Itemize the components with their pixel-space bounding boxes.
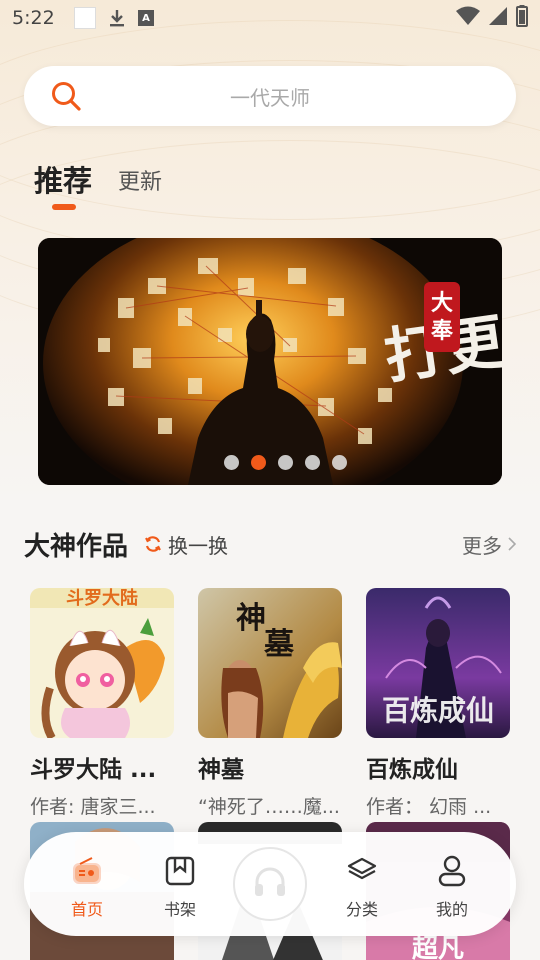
refresh-button[interactable]: 换一换 — [144, 530, 228, 559]
refresh-icon — [144, 535, 162, 553]
search-bar[interactable]: 一代天师 — [24, 66, 516, 126]
nav-bookshelf[interactable]: 书架 — [145, 852, 215, 920]
banner-artwork: 打更人 大 奉 — [38, 238, 502, 485]
search-icon — [50, 80, 82, 112]
status-time: 5:22 — [12, 7, 55, 29]
nav-label: 我的 — [435, 900, 468, 919]
book-cover: 神 墓 — [198, 588, 342, 738]
refresh-label: 换一换 — [168, 533, 229, 558]
banner-dot[interactable] — [277, 455, 293, 470]
book-description: 作者： 幻雨 ... — [366, 796, 492, 818]
book-title: 百炼成仙 — [366, 757, 458, 783]
svg-text:神: 神 — [236, 601, 266, 636]
nav-label: 书架 — [163, 900, 196, 919]
more-link[interactable]: 更多 — [462, 530, 516, 559]
book-cover: 百炼成仙 — [366, 588, 510, 738]
cell-signal-icon — [488, 6, 508, 31]
svg-text:奉: 奉 — [430, 318, 454, 344]
notification-placeholder-icon — [74, 7, 96, 29]
user-icon — [438, 852, 466, 890]
book-description: 作者: 唐家三... — [30, 796, 156, 818]
chevron-right-icon — [508, 537, 516, 551]
wifi-icon — [456, 6, 480, 31]
content-tabs: 推荐 更新 — [34, 158, 162, 210]
nav-home[interactable]: 首页 — [52, 852, 122, 920]
svg-text:百炼成仙: 百炼成仙 — [382, 694, 494, 727]
banner-dot[interactable] — [331, 455, 347, 470]
book-title: 斗罗大陆 ... — [30, 757, 157, 783]
tab-updates[interactable]: 更新 — [118, 164, 162, 196]
status-bar: 5:22 A — [0, 0, 540, 36]
search-placeholder: 一代天师 — [230, 85, 310, 110]
svg-text:墓: 墓 — [263, 627, 295, 662]
active-tab-indicator — [52, 204, 76, 210]
book-list: 斗罗大陆 斗罗大陆 ... 作者: 唐家三... 神 墓 神墓 “神死了……魔.… — [30, 588, 510, 819]
nav-category[interactable]: 分类 — [327, 852, 397, 920]
banner-dot[interactable] — [304, 455, 320, 470]
nav-label: 首页 — [70, 900, 103, 919]
banner-dot[interactable] — [223, 455, 239, 470]
audio-player-button[interactable] — [233, 847, 307, 921]
headphones-icon — [252, 864, 288, 904]
radio-icon — [72, 852, 102, 890]
text-a-icon: A — [138, 10, 154, 26]
nav-profile[interactable]: 我的 — [417, 852, 487, 920]
book-card[interactable]: 百炼成仙 百炼成仙 作者： 幻雨 ... — [366, 588, 510, 819]
section-header: 大神作品 换一换 更多 — [24, 524, 516, 564]
bookmark-icon — [165, 852, 195, 890]
bottom-navigation: 首页 书架 分类 我的 — [24, 832, 516, 936]
section-title: 大神作品 — [24, 531, 129, 562]
book-card[interactable]: 斗罗大陆 斗罗大陆 ... 作者: 唐家三... — [30, 588, 174, 819]
promo-banner[interactable]: 打更人 大 奉 — [38, 238, 502, 485]
book-cover: 斗罗大陆 — [30, 588, 174, 738]
book-description: “神死了……魔... — [198, 796, 340, 818]
svg-text:斗罗大陆: 斗罗大陆 — [66, 588, 138, 609]
download-icon — [108, 8, 126, 28]
nav-label: 分类 — [345, 900, 378, 919]
layers-icon — [346, 852, 378, 890]
more-label: 更多 — [462, 533, 502, 558]
banner-pagination[interactable] — [38, 455, 502, 470]
battery-icon — [516, 4, 528, 32]
svg-text:超凡: 超凡 — [412, 934, 464, 960]
book-title: 神墓 — [198, 757, 244, 783]
book-card[interactable]: 神 墓 神墓 “神死了……魔... — [198, 588, 342, 819]
svg-text:大: 大 — [431, 291, 453, 316]
banner-dot-active[interactable] — [250, 455, 266, 470]
tab-recommend[interactable]: 推荐 — [34, 158, 92, 210]
